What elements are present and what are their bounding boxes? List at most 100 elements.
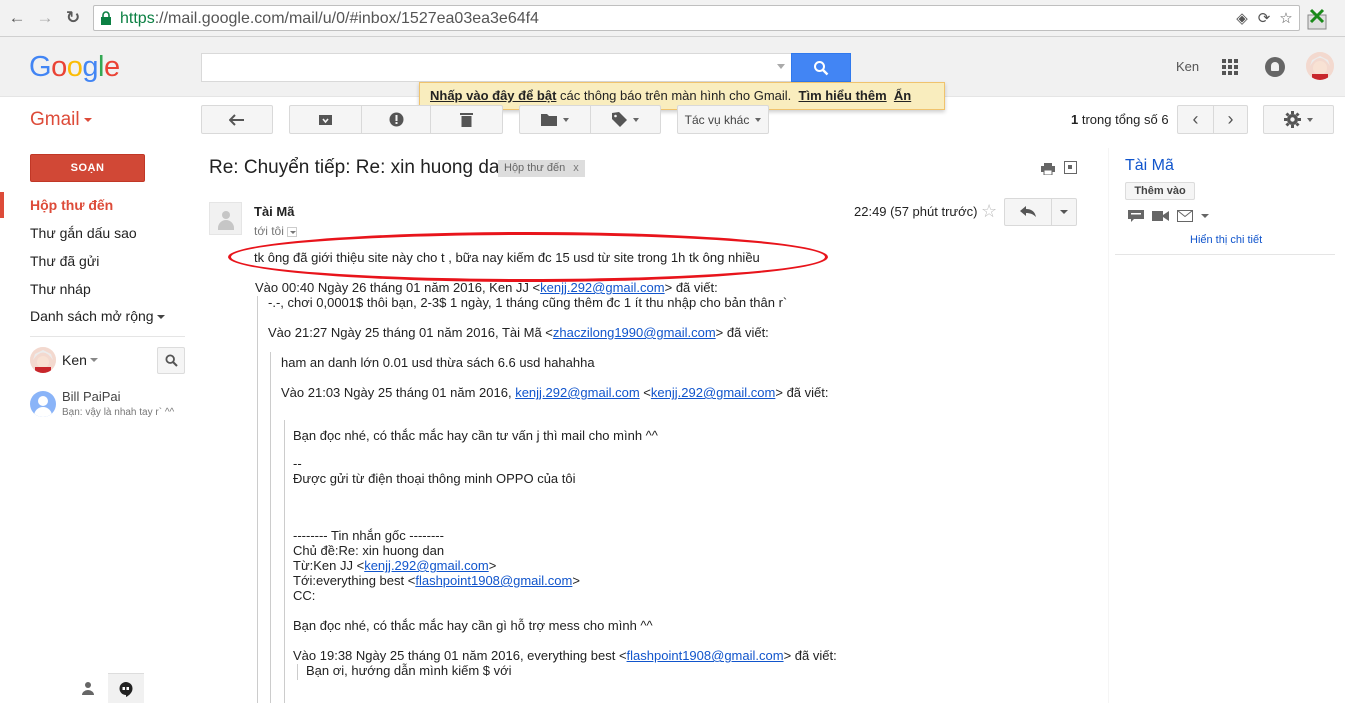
email-link[interactable]: kenjj.292@gmail.com [515,385,639,400]
move-to-button[interactable] [519,105,591,134]
back-to-inbox-button[interactable] [201,105,273,134]
add-to-circles-button[interactable]: Thêm vào [1125,182,1195,200]
remove-label-icon[interactable]: x [573,162,579,174]
panel-divider [1115,254,1335,255]
gear-icon [1284,111,1301,128]
quote-header: Vào 21:03 Ngày 25 tháng 01 năm 2016, ken… [281,385,829,400]
contact-card-name[interactable]: Tài Mã [1125,157,1174,175]
email-icon[interactable] [1177,210,1193,222]
recipient-line: tới tôi [254,224,297,238]
contact-last-message: Bạn: vậy là nhah tay r` ^^ [62,407,175,418]
original-from: Từ:Ken JJ <kenjj.292@gmail.com> [293,558,497,573]
report-spam-button[interactable] [361,105,431,134]
search-icon [164,354,178,367]
header-user-name[interactable]: Ken [1176,59,1199,74]
compose-button[interactable]: SOẠN [30,154,145,182]
chevron-down-icon [83,117,92,122]
panel-divider [1108,148,1109,703]
translate-icon[interactable]: ◈ [1233,9,1251,27]
learn-more-link[interactable]: Tìm hiểu thêm [799,88,887,103]
more-actions-button[interactable]: Tác vụ khác [677,105,769,134]
search-input[interactable] [201,53,791,82]
chevron-down-icon [1060,210,1068,214]
bookmark-star-icon[interactable]: ☆ [1277,9,1295,27]
email-link[interactable]: zhaczilong1990@gmail.com [553,325,716,340]
original-cc: CC: [293,588,316,603]
sidebar-item-sent[interactable]: Thư đã gửi [30,253,99,269]
chevron-down-icon[interactable] [90,358,98,362]
contact-name[interactable]: Bill PaiPai [62,389,121,404]
quoted-text: Bạn ơi, hướng dẫn mình kiếm $ với [306,663,512,678]
back-arrow-icon[interactable]: ← [5,6,29,30]
show-details-icon[interactable] [286,226,297,237]
signature: Được gửi từ điện thoại thông minh OPPO c… [293,471,576,486]
archive-button[interactable] [289,105,362,134]
reply-button[interactable] [1004,198,1052,226]
address-bar[interactable]: https://mail.google.com/mail/u/0/#inbox/… [93,5,1300,31]
newer-button[interactable]: ‹ [1177,105,1214,134]
sidebar-item-drafts[interactable]: Thư nháp [30,281,91,297]
search-button[interactable] [791,53,851,82]
person-icon [82,682,94,695]
chevron-down-icon [755,117,762,122]
chat-bubble-icon[interactable] [1128,210,1144,222]
reload-icon[interactable]: ↻ [61,6,85,30]
browser-toolbar: ← → ↻ https://mail.google.com/mail/u/0/#… [0,0,1345,37]
email-link[interactable]: kenjj.292@gmail.com [651,385,775,400]
google-logo[interactable]: Google [29,51,120,84]
hangouts-icon [119,681,133,697]
original-message-header: -------- Tin nhắn gốc -------- [293,528,444,543]
sidebar-item-starred[interactable]: Thư gắn dấu sao [30,225,137,241]
email-link[interactable]: kenjj.292@gmail.com [364,558,488,573]
chevron-down-icon [563,117,569,122]
account-avatar[interactable] [1306,52,1334,80]
print-icon[interactable] [1041,163,1055,175]
email-link[interactable]: flashpoint1908@gmail.com [627,648,784,663]
lock-icon [101,11,111,25]
more-options-button[interactable] [1051,198,1077,226]
quote-header: Vào 19:38 Ngày 25 tháng 01 năm 2016, eve… [293,648,837,663]
sidebar-item-more[interactable]: Danh sách mở rộng [30,308,165,324]
labels-button[interactable] [590,105,661,134]
video-call-icon[interactable] [1152,210,1169,222]
search-options-icon[interactable] [777,64,785,69]
sync-icon[interactable]: ⟳ [1255,9,1273,27]
hide-banner-link[interactable]: Ẩn [894,88,911,103]
chat-avatar[interactable] [30,347,56,373]
pagination-text: 1 trong tổng số 6 [1071,112,1169,127]
chat-bottom-bar [70,673,145,703]
settings-button[interactable] [1263,105,1334,134]
extension-icon[interactable] [1305,7,1329,31]
chevron-down-icon[interactable] [1201,214,1209,218]
original-subject: Chủ đề:Re: xin huong dan [293,543,445,558]
contacts-tab[interactable] [70,673,106,703]
new-window-icon[interactable] [1064,161,1077,174]
gmail-menu[interactable]: Gmail [30,109,92,131]
chat-user-name[interactable]: Ken [62,352,87,368]
apps-grid-icon[interactable] [1222,59,1238,75]
hangouts-tab[interactable] [108,673,144,703]
quoted-text: Bạn đọc nhé, có thắc mắc hay cần gì hỗ t… [293,618,653,633]
inbox-label-chip: Hộp thư đến x [498,160,585,177]
email-link[interactable]: kenjj.292@gmail.com [540,280,664,295]
email-link[interactable]: flashpoint1908@gmail.com [415,573,572,588]
folder-icon [541,114,557,126]
quoted-text: ham an danh lớn 0.01 usd thừa sách 6.6 u… [281,355,595,370]
back-arrow-icon [229,113,244,126]
show-details-link[interactable]: Hiển thị chi tiết [1190,234,1262,246]
notifications-bell-icon[interactable] [1265,57,1285,77]
delete-button[interactable] [430,105,503,134]
star-icon[interactable]: ☆ [981,201,997,222]
quote-bar [257,296,258,703]
contact-avatar[interactable] [30,391,56,417]
chevron-down-icon [156,315,165,320]
older-button[interactable]: › [1213,105,1248,134]
enable-notifications-link[interactable]: Nhấp vào đây để bật [430,88,556,103]
chevron-down-icon [633,117,639,122]
forward-arrow-icon[interactable]: → [33,6,57,30]
sidebar-item-inbox[interactable]: Hộp thư đến [30,197,113,213]
quoted-text: -.-, chơi 0,0001$ thôi bạn, 2-3$ 1 ngày,… [268,295,788,310]
sender-name[interactable]: Tài Mã [254,204,294,219]
chat-search-button[interactable] [157,347,185,374]
sender-avatar [209,202,242,235]
